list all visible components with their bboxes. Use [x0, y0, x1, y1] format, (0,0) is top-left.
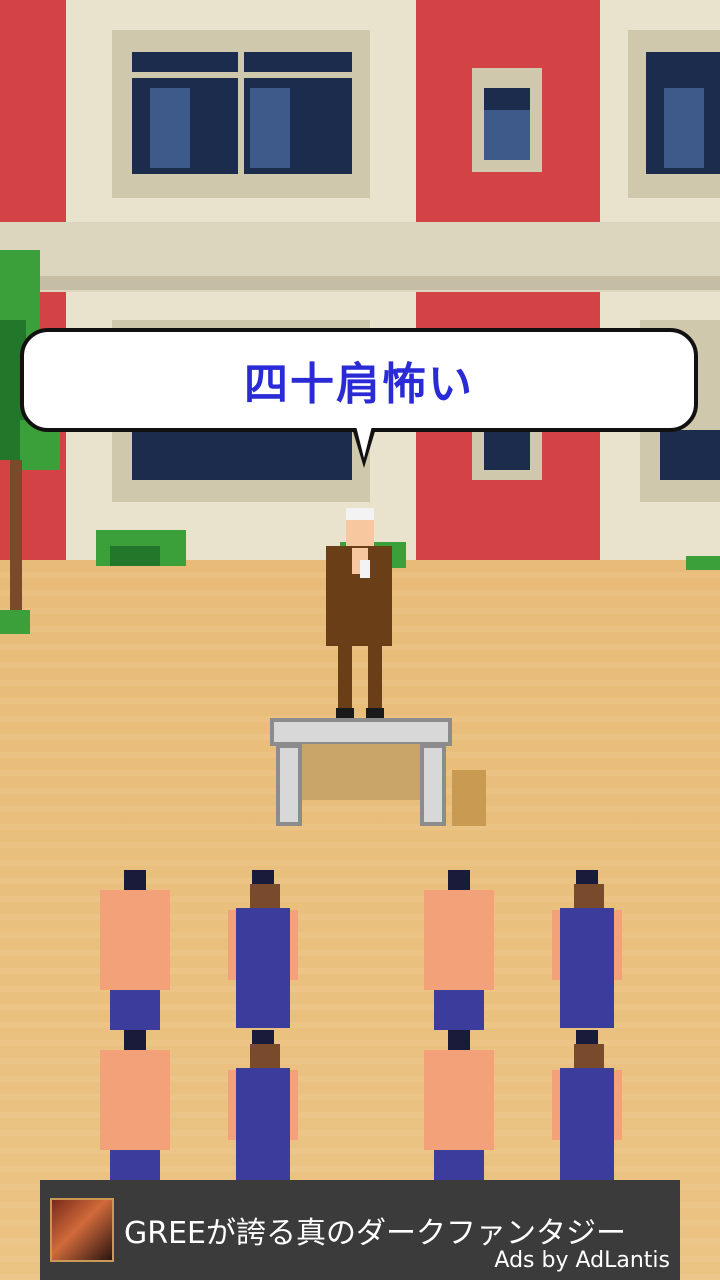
window-glass: [484, 430, 530, 470]
principal-microphone: [360, 560, 370, 578]
principal-leg-right: [368, 646, 382, 710]
window-bar: [238, 52, 244, 174]
ledge-shadow: [0, 276, 720, 290]
window-curtain: [664, 88, 704, 168]
tree-trunk: [10, 460, 22, 610]
tree-base-grass: [0, 610, 30, 634]
window-glass: [660, 430, 720, 480]
podium-leg-left: [276, 744, 302, 826]
principal-face: [346, 520, 374, 546]
podium-top: [270, 718, 452, 746]
bush: [686, 556, 720, 570]
ad-banner[interactable]: GREEが誇る真のダークファンタジー Ads by AdLantis: [40, 1180, 680, 1280]
window-glass-light: [484, 110, 530, 160]
podium-leg-right: [420, 744, 446, 826]
bush-shade: [110, 546, 160, 566]
principal-shoe: [366, 708, 384, 718]
principal-leg-left: [338, 646, 352, 710]
podium-shadow: [452, 770, 486, 826]
speech-bubble-text: 四十肩怖い: [244, 359, 474, 410]
school-building: [0, 0, 720, 570]
window-curtain: [250, 88, 290, 168]
ad-attribution: Ads by AdLantis: [494, 1248, 670, 1273]
podium-inner: [302, 744, 420, 800]
ad-title: GREEが誇る真のダークファンタジー: [124, 1216, 627, 1251]
window-glass: [132, 430, 352, 480]
speech-bubble: 四十肩怖い: [20, 328, 698, 432]
window-curtain: [150, 88, 190, 168]
dark-fantasy-character-icon: [50, 1198, 114, 1262]
principal-shoe: [336, 708, 354, 718]
speech-bubble-tail-fill: [356, 426, 372, 458]
